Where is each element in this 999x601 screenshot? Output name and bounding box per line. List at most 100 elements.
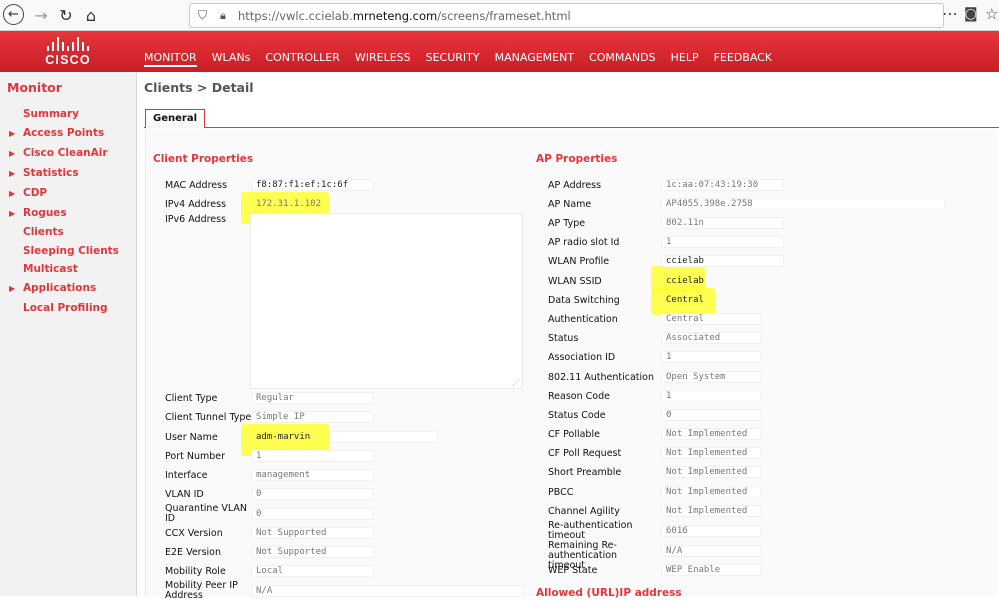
nav-wlans[interactable]: WLANs: [212, 51, 251, 67]
reauth-timeout-label: Re-authentication timeout: [548, 520, 633, 541]
e2e-version-value: Not Supported: [251, 546, 374, 558]
association-id-label: Association ID: [548, 352, 616, 363]
wlan-ssid-label: WLAN SSID: [548, 276, 602, 287]
client-type-label: Client Type: [165, 393, 218, 404]
data-switching-value: Central: [666, 295, 704, 305]
ipv6-address-textarea[interactable]: ⋰: [250, 213, 523, 389]
wep-state-label: WEP State: [548, 565, 598, 576]
tab-strip: General: [144, 108, 999, 128]
cf-pollable-label: CF Pollable: [548, 429, 600, 440]
allowed-ip-title: Allowed (URL)IP address: [536, 587, 682, 599]
reason-code-value: 1: [661, 390, 761, 402]
channel-agility-label: Channel Agility: [548, 506, 620, 517]
reason-code-label: Reason Code: [548, 391, 610, 402]
mobility-peer-value: N/A: [251, 585, 524, 597]
page-title: Clients > Detail: [144, 80, 254, 95]
port-number-label: Port Number: [165, 451, 226, 462]
expand-arrow-icon[interactable]: ▶: [9, 209, 23, 218]
lock-icon[interactable]: 🔒︎: [220, 9, 232, 23]
status-code-label: Status Code: [548, 410, 606, 421]
forward-arrow-icon[interactable]: →: [30, 4, 52, 26]
ap-name-label: AP Name: [548, 199, 592, 210]
dot11-auth-label: 802.11 Authentication: [548, 372, 654, 383]
port-number-value: 1: [251, 450, 374, 462]
sidebar-item-applications[interactable]: ▶ Applications: [9, 282, 96, 294]
nav-feedback[interactable]: FEEDBACK: [714, 51, 772, 67]
sidebar-item-cdp[interactable]: ▶ CDP: [9, 187, 47, 199]
mobility-peer-label: Mobility Peer IP Address: [165, 580, 238, 601]
channel-agility-value: Not Implemented: [661, 505, 761, 517]
expand-arrow-icon[interactable]: ▶: [9, 284, 23, 293]
reauth-timeout-value: 6016: [661, 525, 761, 537]
shield-icon[interactable]: ⛉: [198, 8, 212, 23]
user-name-field-tail: [329, 431, 438, 443]
sidebar-item-summary[interactable]: Summary: [9, 108, 79, 120]
tunnel-type-label: Client Tunnel Type: [165, 412, 252, 423]
sidebar-item-clients[interactable]: Clients: [9, 226, 64, 238]
sidebar: Monitor Summary ▶ Access Points ▶ Cisco Cl…: [0, 72, 137, 596]
bookmark-star-icon[interactable]: ☆: [985, 5, 998, 23]
expand-arrow-icon[interactable]: ▶: [9, 129, 23, 138]
cisco-logo: CISCO: [40, 35, 96, 67]
mobility-role-label: Mobility Role: [165, 566, 226, 577]
wlan-ssid-value: ccielab: [666, 276, 704, 286]
main-content: Clients > Detail General Client Properti…: [137, 72, 999, 601]
expand-arrow-icon[interactable]: ▶: [9, 169, 23, 178]
sidebar-item-local-profiling[interactable]: Local Profiling: [9, 302, 108, 314]
sidebar-item-cleanair[interactable]: ▶ Cisco CleanAir: [9, 147, 108, 159]
vlan-id-label: VLAN ID: [165, 489, 204, 500]
reload-icon[interactable]: ↻: [55, 4, 77, 26]
ipv4-address-label: IPv4 Address: [165, 199, 227, 210]
home-icon[interactable]: ⌂: [80, 4, 102, 26]
short-preamble-value: Not Implemented: [661, 466, 761, 478]
short-preamble-label: Short Preamble: [548, 467, 622, 478]
sidebar-item-rogues[interactable]: ▶ Rogues: [9, 207, 67, 219]
pocket-icon[interactable]: ◙: [964, 6, 978, 22]
ccx-version-value: Not Supported: [251, 527, 374, 539]
pbcc-label: PBCC: [548, 487, 574, 498]
authentication-value: Central: [661, 313, 761, 325]
radio-slot-value: 1: [661, 236, 784, 248]
nav-management[interactable]: MANAGEMENT: [495, 51, 574, 67]
client-properties-title: Client Properties: [153, 153, 254, 165]
sidebar-item-sleeping-clients[interactable]: Sleeping Clients: [9, 245, 119, 257]
tunnel-type-value: Simple IP: [251, 411, 374, 423]
nav-security[interactable]: SECURITY: [426, 51, 480, 67]
mac-address-value: f8:87:f1:ef:1c:6f: [251, 179, 374, 191]
pbcc-value: Not Implemented: [661, 486, 761, 498]
mac-address-label: MAC Address: [165, 180, 228, 191]
address-bar[interactable]: ⛉ 🔒︎ https://vwlc.ccielab.mrneteng.com/s…: [189, 3, 944, 28]
sidebar-title: Monitor: [7, 80, 62, 95]
interface-value: management: [251, 469, 374, 481]
url-text[interactable]: https://vwlc.ccielab.mrneteng.com/screen…: [238, 9, 571, 23]
nav-help[interactable]: HELP: [671, 51, 699, 67]
vlan-id-value: 0: [251, 488, 374, 500]
back-arrow-icon[interactable]: ←: [3, 4, 24, 25]
status-code-value: 0: [661, 409, 761, 421]
nav-controller[interactable]: CONTROLLER: [265, 51, 339, 67]
expand-arrow-icon[interactable]: ▶: [9, 189, 23, 198]
nav-monitor[interactable]: MONITOR: [144, 51, 197, 67]
sidebar-item-multicast[interactable]: Multicast: [9, 263, 78, 275]
sidebar-item-statistics[interactable]: ▶ Statistics: [9, 167, 79, 179]
nav-commands[interactable]: COMMANDS: [589, 51, 656, 67]
sidebar-item-access-points[interactable]: ▶ Access Points: [9, 127, 104, 139]
client-type-value: Regular: [251, 392, 374, 404]
cisco-bars-icon: [40, 35, 96, 51]
mobility-role-value: Local: [251, 565, 374, 577]
e2e-version-label: E2E Version: [165, 547, 222, 558]
ap-properties-title: AP Properties: [536, 153, 618, 165]
browser-toolbar: ← → ↻ ⌂ ⛉ 🔒︎ https://vwlc.ccielab.mrnete…: [0, 0, 999, 31]
radio-slot-label: AP radio slot Id: [548, 237, 620, 248]
status-label: Status: [548, 333, 579, 344]
tab-general[interactable]: General: [145, 109, 205, 128]
authentication-label: Authentication: [548, 314, 618, 325]
ipv6-address-label: IPv6 Address: [165, 214, 227, 225]
nav-wireless[interactable]: WIRELESS: [355, 51, 411, 67]
resize-grip-icon[interactable]: ⋰: [512, 378, 520, 387]
dot11-auth-value: Open System: [661, 371, 761, 383]
ap-address-value: 1c:aa:07:43:19:30: [661, 179, 784, 191]
expand-arrow-icon[interactable]: ▶: [9, 149, 23, 158]
more-icon[interactable]: ⋯: [942, 4, 958, 23]
cf-poll-request-label: CF Poll Request: [548, 448, 622, 459]
